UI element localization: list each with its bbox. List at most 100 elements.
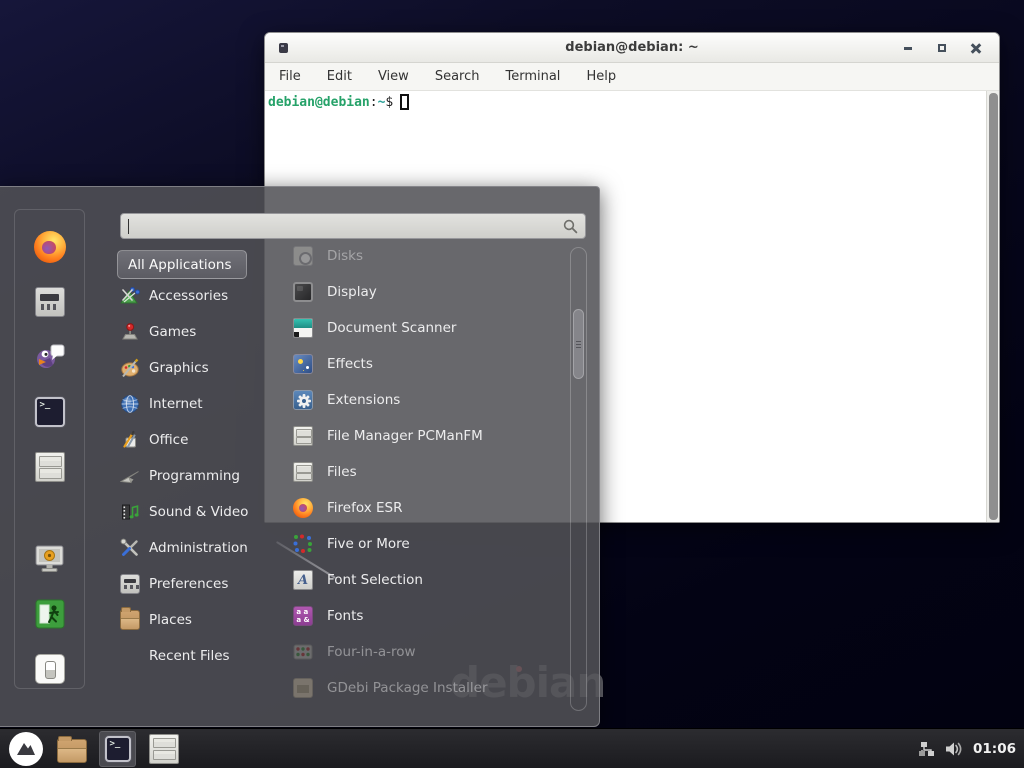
- category-places[interactable]: Places: [115, 602, 280, 638]
- app-label: GDebi Package Installer: [327, 680, 488, 696]
- files-launcher[interactable]: [145, 731, 182, 767]
- office-icon: [120, 430, 140, 450]
- power-off-button[interactable]: [33, 652, 67, 686]
- programming-icon: [120, 466, 140, 486]
- favorite-file-manager-button[interactable]: [33, 450, 67, 484]
- app-item-effects[interactable]: Effects: [283, 346, 569, 382]
- app-label: Effects: [327, 356, 373, 372]
- file-cabinet-icon: [293, 462, 313, 482]
- log-out-icon: [35, 599, 65, 629]
- file-cabinet-icon: [293, 426, 313, 446]
- favorite-firefox-button[interactable]: [33, 230, 67, 264]
- terminal-icon: [105, 736, 131, 762]
- app-label: Firefox ESR: [327, 500, 402, 516]
- favorite-control-center-button[interactable]: [33, 285, 67, 319]
- terminal-menubar: File Edit View Search Terminal Help: [265, 63, 999, 91]
- app-list-scrollbar[interactable]: [570, 247, 587, 711]
- close-button[interactable]: [967, 39, 985, 57]
- minimize-button[interactable]: [899, 39, 917, 57]
- category-administration[interactable]: Administration: [115, 530, 280, 566]
- favorite-terminal-button[interactable]: [33, 395, 67, 429]
- file-manager-launcher[interactable]: [53, 731, 90, 767]
- favorite-pidgin-button[interactable]: [33, 340, 67, 374]
- terminal-titlebar[interactable]: debian@debian: ~: [265, 33, 999, 63]
- close-icon: [971, 43, 981, 53]
- app-item-gdebi-package-installer[interactable]: GDebi Package Installer: [283, 670, 569, 698]
- shell-prompt: debian@debian:~$: [268, 94, 409, 110]
- category-all-applications[interactable]: All Applications: [117, 250, 247, 279]
- menu-search[interactable]: Search: [431, 67, 484, 86]
- category-games[interactable]: Games: [115, 314, 280, 350]
- gdebi-icon: [293, 678, 313, 698]
- app-label: Four-in-a-row: [327, 644, 416, 660]
- app-item-fonts[interactable]: a a a & Fonts: [283, 598, 569, 634]
- menu-view[interactable]: View: [374, 67, 413, 86]
- category-accessories[interactable]: Accessories: [115, 278, 280, 314]
- terminal-taskbar-button[interactable]: [99, 731, 136, 767]
- category-label: Administration: [149, 540, 248, 556]
- app-item-files[interactable]: Files: [283, 454, 569, 490]
- fonts-icon: a a a &: [293, 606, 313, 626]
- prompt-user-host: debian@debian: [268, 95, 370, 110]
- category-office[interactable]: Office: [115, 422, 280, 458]
- sound-video-icon: [120, 502, 140, 522]
- control-center-icon: [35, 287, 65, 317]
- app-label: Font Selection: [327, 572, 423, 588]
- app-item-document-scanner[interactable]: Document Scanner: [283, 310, 569, 346]
- category-sound-video[interactable]: Sound & Video: [115, 494, 280, 530]
- accessories-icon: [120, 286, 140, 306]
- category-label: Graphics: [149, 360, 209, 376]
- effects-icon: [293, 354, 313, 374]
- category-internet[interactable]: Internet: [115, 386, 280, 422]
- app-item-font-selection[interactable]: A Font Selection: [283, 562, 569, 598]
- app-search-input[interactable]: [121, 214, 585, 238]
- app-list-scrollbar-thumb[interactable]: [573, 309, 584, 379]
- menu-help[interactable]: Help: [582, 67, 620, 86]
- app-label: Files: [327, 464, 357, 480]
- power-off-icon: [35, 654, 65, 684]
- menu-edit[interactable]: Edit: [323, 67, 356, 86]
- maximize-icon: [938, 44, 946, 52]
- maximize-button[interactable]: [933, 39, 951, 57]
- category-programming[interactable]: Programming: [115, 458, 280, 494]
- five-or-more-icon: [293, 534, 313, 554]
- terminal-scrollbar[interactable]: [986, 91, 999, 522]
- pidgin-icon: [33, 340, 67, 374]
- app-item-file-manager-pcmanfm[interactable]: File Manager PCManFM: [283, 418, 569, 454]
- app-item-four-in-a-row[interactable]: Four-in-a-row: [283, 634, 569, 670]
- network-tray-button[interactable]: [918, 740, 936, 758]
- app-label: Disks: [327, 248, 363, 264]
- menu-button[interactable]: [7, 731, 44, 767]
- category-label: Internet: [149, 396, 203, 412]
- app-item-display[interactable]: Display: [283, 274, 569, 310]
- category-label: Sound & Video: [149, 504, 248, 520]
- log-out-button[interactable]: [33, 597, 67, 631]
- internet-icon: [120, 394, 140, 414]
- app-item-firefox-esr[interactable]: Firefox ESR: [283, 490, 569, 526]
- extensions-icon: [293, 390, 313, 410]
- menu-file[interactable]: File: [275, 67, 305, 86]
- app-item-five-or-more[interactable]: Five or More: [283, 526, 569, 562]
- app-item-disks[interactable]: Disks: [283, 238, 569, 274]
- document-scanner-icon: [293, 318, 313, 338]
- category-recent-files[interactable]: Recent Files: [115, 638, 280, 674]
- terminal-window-icon: [279, 43, 288, 53]
- category-preferences[interactable]: Preferences: [115, 566, 280, 602]
- taskbar: 01:06: [0, 728, 1024, 768]
- terminal-icon: [35, 397, 65, 427]
- volume-tray-button[interactable]: [945, 740, 964, 758]
- disks-icon: [293, 246, 313, 266]
- clock[interactable]: 01:06: [973, 741, 1016, 757]
- app-label: Extensions: [327, 392, 400, 408]
- lock-screen-button[interactable]: [33, 542, 67, 576]
- category-label: Games: [149, 324, 196, 340]
- graphics-icon: [120, 358, 140, 378]
- menu-terminal[interactable]: Terminal: [501, 67, 564, 86]
- app-item-extensions[interactable]: Extensions: [283, 382, 569, 418]
- category-graphics[interactable]: Graphics: [115, 350, 280, 386]
- app-label: Display: [327, 284, 377, 300]
- terminal-scrollbar-thumb[interactable]: [989, 93, 998, 520]
- application-menu: All Applications Accessories Games: [0, 186, 600, 727]
- category-label: Places: [149, 612, 192, 628]
- search-icon: [563, 219, 578, 234]
